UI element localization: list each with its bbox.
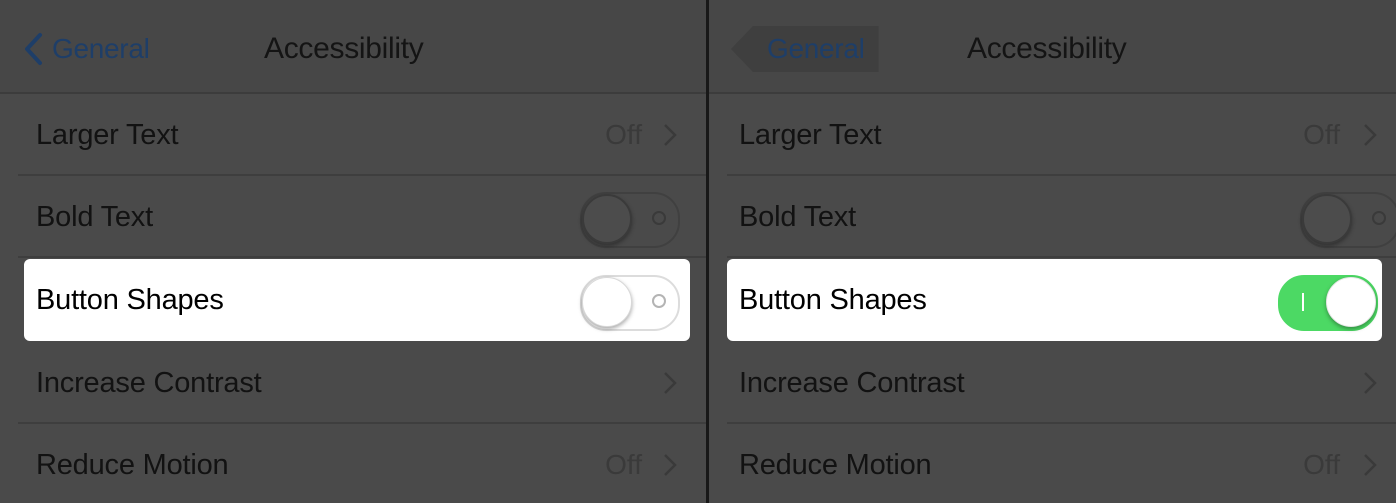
back-button-label: General xyxy=(52,33,150,64)
row-label: Bold Text xyxy=(739,201,856,233)
row-label: Larger Text xyxy=(36,119,179,151)
toggle-knob xyxy=(1326,277,1376,327)
row-label: Increase Contrast xyxy=(739,367,965,399)
row-larger-text[interactable]: Larger Text Off xyxy=(709,94,1396,176)
row-bold-text: Bold Text xyxy=(709,176,1396,258)
row-reduce-motion[interactable]: Reduce Motion Off xyxy=(0,424,706,503)
row-bold-text: Bold Text xyxy=(0,176,706,258)
row-increase-contrast[interactable]: Increase Contrast xyxy=(0,342,706,424)
row-value: Off xyxy=(605,449,642,480)
chevron-left-icon xyxy=(25,33,42,65)
page-title: Accessibility xyxy=(967,32,1127,65)
row-larger-text[interactable]: Larger Text Off xyxy=(0,94,706,176)
back-button[interactable]: General xyxy=(731,26,879,72)
settings-panel-before: General Accessibility Larger Text Off Bo… xyxy=(0,0,706,503)
row-reduce-motion[interactable]: Reduce Motion Off xyxy=(709,424,1396,503)
row-label: Button Shapes xyxy=(739,284,927,316)
button-shapes-toggle[interactable] xyxy=(1278,275,1378,331)
row-button-shapes: Button Shapes xyxy=(727,259,1382,341)
row-label: Button Shapes xyxy=(36,284,224,316)
chevron-right-icon xyxy=(664,124,677,146)
settings-panel-after: General Accessibility Larger Text Off Bo… xyxy=(709,0,1396,503)
toggle-knob xyxy=(1302,194,1352,244)
bold-text-toggle[interactable] xyxy=(580,192,680,248)
navigation-bar: General Accessibility xyxy=(0,0,706,94)
row-button-shapes: Button Shapes xyxy=(24,259,690,341)
chevron-right-icon xyxy=(1364,454,1377,476)
chevron-right-icon xyxy=(1364,124,1377,146)
row-label: Bold Text xyxy=(36,201,153,233)
bold-text-toggle[interactable] xyxy=(1300,192,1396,248)
navigation-bar: General Accessibility xyxy=(709,0,1396,94)
toggle-on-indicator-icon xyxy=(1302,293,1304,311)
chevron-right-icon xyxy=(1364,372,1377,394)
chevron-right-icon xyxy=(664,372,677,394)
toggle-off-indicator-icon xyxy=(652,211,666,225)
page-title: Accessibility xyxy=(264,32,424,65)
toggle-off-indicator-icon xyxy=(652,294,666,308)
row-label: Larger Text xyxy=(739,119,882,151)
row-value: Off xyxy=(605,119,642,150)
row-label: Reduce Motion xyxy=(36,449,229,481)
row-increase-contrast[interactable]: Increase Contrast xyxy=(709,342,1396,424)
button-shapes-toggle[interactable] xyxy=(580,275,680,331)
row-value: Off xyxy=(1303,449,1340,480)
row-value: Off xyxy=(1303,119,1340,150)
row-label: Reduce Motion xyxy=(739,449,932,481)
row-label: Increase Contrast xyxy=(36,367,262,399)
toggle-knob xyxy=(582,194,632,244)
back-button[interactable]: General xyxy=(18,30,150,68)
toggle-knob xyxy=(582,277,632,327)
back-button-label: General xyxy=(767,33,865,64)
toggle-off-indicator-icon xyxy=(1372,211,1386,225)
chevron-right-icon xyxy=(664,454,677,476)
